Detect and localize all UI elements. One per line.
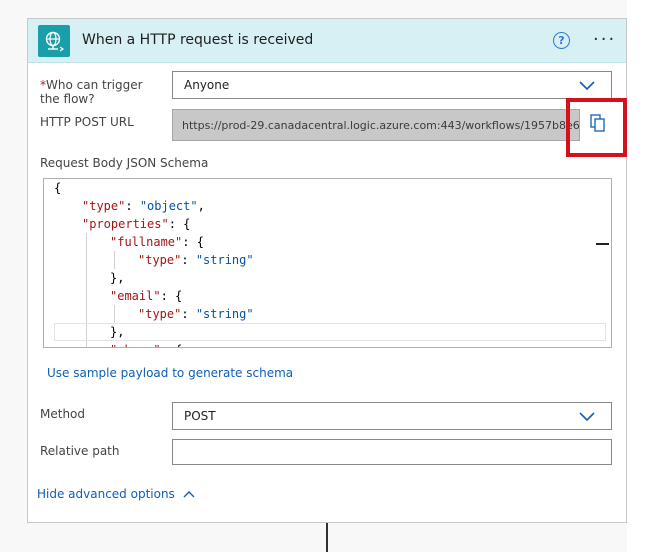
who-can-trigger-dropdown[interactable]: Anyone [172,71,612,99]
request-body-schema-label: Request Body JSON Schema [40,156,209,170]
scroll-position-mark [596,243,609,245]
code-line: "fullname": { [110,235,204,249]
code-line: "type": "string" [138,253,254,267]
code-line: "type": "string" [138,307,254,321]
current-line-highlight [54,323,606,341]
http-trigger-card: When a HTTP request is received ? ··· *W… [27,18,627,523]
code-line: }, [110,325,125,339]
code-line: "type": "object", [82,199,205,213]
flow-connector-line [326,523,328,552]
code-line: "email": { [110,289,183,303]
code-line: { [54,181,62,195]
chevron-down-icon [579,81,595,91]
card-title: When a HTTP request is received [82,32,314,48]
more-options-icon[interactable]: ··· [593,29,616,50]
relative-path-input[interactable] [172,439,612,465]
who-can-trigger-value: Anyone [184,78,230,92]
right-gutter [627,0,657,552]
http-post-url-label: HTTP POST URL [40,115,134,129]
chevron-down-icon [579,412,595,422]
method-dropdown[interactable]: POST [172,402,612,430]
code-line: }, [110,271,125,285]
help-icon[interactable]: ? [553,32,570,49]
relative-path-label: Relative path [40,444,120,458]
json-schema-editor[interactable]: { "type": "object", "properties": { "ful… [43,178,612,348]
who-can-trigger-label: *Who can trigger the flow? [40,78,143,106]
chevron-up-icon [183,491,195,498]
indent-guide [114,251,115,269]
http-globe-icon [38,25,70,57]
card-header[interactable]: When a HTTP request is received ? ··· [28,19,626,63]
copy-button-highlight-box [566,98,627,157]
http-post-url-field[interactable]: https://prod-29.canadacentral.logic.azur… [172,109,580,141]
code-line: "properties": { [82,217,191,231]
indent-guide [114,305,115,323]
method-value: POST [184,409,216,423]
code-line: "phone": { [110,341,182,347]
hide-advanced-options-link[interactable]: Hide advanced options [37,487,195,501]
method-label: Method [40,407,86,421]
sample-payload-link[interactable]: Use sample payload to generate schema [47,366,293,380]
